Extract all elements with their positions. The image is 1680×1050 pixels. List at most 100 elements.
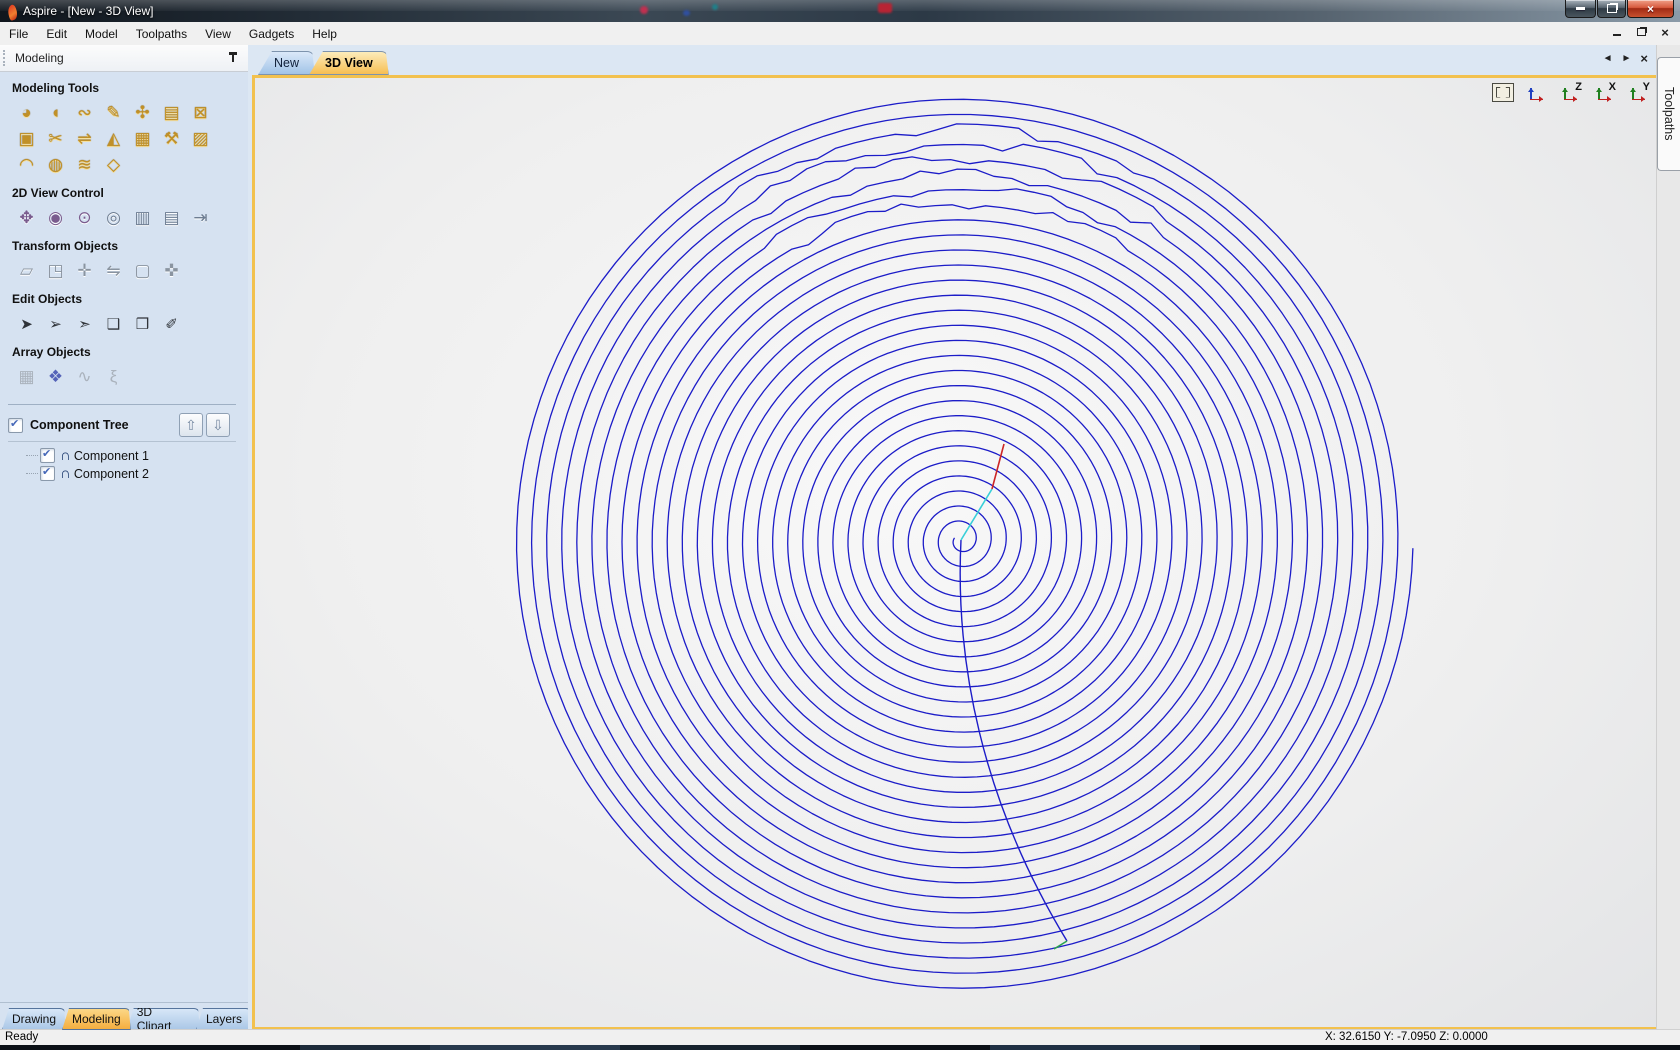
section-title-transform-objects: Transform Objects bbox=[12, 239, 248, 253]
move-object-icon[interactable]: ▱ bbox=[12, 258, 41, 284]
panel-tab-label: Modeling bbox=[72, 1012, 121, 1026]
mesh-wireframe-icon[interactable]: ◇ bbox=[99, 152, 128, 178]
component-tree-title: Component Tree bbox=[30, 418, 129, 432]
component-visibility-checkbox[interactable] bbox=[40, 448, 55, 463]
stack-slices-icon[interactable]: ≋ bbox=[70, 152, 99, 178]
zigzag-array-icon[interactable]: ξ bbox=[99, 364, 128, 390]
dock-view-icon[interactable]: ⇥ bbox=[186, 205, 215, 231]
zoom-window-icon[interactable]: ⊙ bbox=[70, 205, 99, 231]
group-objects-icon[interactable]: ❑ bbox=[99, 311, 128, 337]
status-bar: Ready X: 32.6150 Y: -7.0950 Z: 0.0000 bbox=[0, 1029, 1680, 1045]
trim-model-icon[interactable]: ✂ bbox=[41, 126, 70, 152]
minimize-button[interactable] bbox=[1565, 0, 1596, 18]
tree-item[interactable]: ∩ Component 1 bbox=[26, 448, 248, 463]
tab-navigation: ◄ ► × bbox=[1603, 51, 1648, 66]
create-shape-icon[interactable]: ◕ bbox=[12, 100, 41, 126]
tile-windows-icon[interactable]: ▤ bbox=[157, 205, 186, 231]
create-texture-icon[interactable]: ✎ bbox=[99, 100, 128, 126]
ungroup-objects-icon[interactable]: ❒ bbox=[128, 311, 157, 337]
zoom-previous-icon[interactable]: ◎ bbox=[99, 205, 128, 231]
move-selection-tool-icon[interactable]: ➣ bbox=[70, 311, 99, 337]
restore-button[interactable] bbox=[1597, 0, 1626, 18]
profile-shape-icon[interactable]: ◍ bbox=[41, 152, 70, 178]
help-menu[interactable]: Help bbox=[303, 24, 346, 44]
close-button[interactable]: × bbox=[1627, 0, 1674, 18]
taskbar-item[interactable] bbox=[620, 1045, 800, 1050]
3d-viewport: Z X Y bbox=[252, 75, 1663, 1030]
modeling-tab[interactable]: Modeling bbox=[62, 1008, 131, 1030]
pin-icon[interactable] bbox=[228, 52, 238, 64]
array-toolbar: ▦❖∿ξ bbox=[12, 364, 226, 390]
taskbar-item[interactable] bbox=[990, 1045, 1200, 1050]
front-view-y-icon[interactable]: Y bbox=[1626, 82, 1650, 102]
toolpaths-menu[interactable]: Toolpaths bbox=[127, 24, 196, 44]
panel-grip-handle[interactable] bbox=[3, 50, 9, 66]
new-view-tab[interactable]: New bbox=[258, 51, 315, 75]
frame-relief-icon[interactable]: ▦ bbox=[128, 126, 157, 152]
extrude-sweep-icon[interactable]: ∾ bbox=[70, 100, 99, 126]
file-menu[interactable]: File bbox=[0, 24, 37, 44]
view-tabs: New 3D View bbox=[258, 51, 383, 75]
doc-minimize-button[interactable] bbox=[1610, 26, 1624, 38]
smooth-model-icon[interactable]: ◭ bbox=[99, 126, 128, 152]
add-clipart-icon[interactable]: ✣ bbox=[128, 100, 157, 126]
drawing-tab[interactable]: Drawing bbox=[2, 1008, 66, 1030]
component-label[interactable]: Component 2 bbox=[74, 467, 149, 481]
3d-view-view-tab[interactable]: 3D View bbox=[309, 51, 389, 75]
node-edit-tool-icon[interactable]: ➢ bbox=[41, 311, 70, 337]
import-component-icon[interactable]: ▤ bbox=[157, 100, 186, 126]
taskbar-item[interactable] bbox=[300, 1045, 430, 1050]
prev-tab-button[interactable]: ◄ bbox=[1603, 53, 1613, 64]
component-label[interactable]: Component 1 bbox=[74, 449, 149, 463]
snapshot-view-icon[interactable]: ▥ bbox=[128, 205, 157, 231]
scale-object-icon[interactable]: ◳ bbox=[41, 258, 70, 284]
gadgets-menu[interactable]: Gadgets bbox=[240, 24, 303, 44]
circular-array-icon[interactable]: ❖ bbox=[41, 364, 70, 390]
taskbar-item[interactable] bbox=[430, 1045, 620, 1050]
mirror-object-icon[interactable]: ⇋ bbox=[99, 258, 128, 284]
dome-shape-icon[interactable]: ◠ bbox=[12, 152, 41, 178]
grid-array-icon[interactable]: ▦ bbox=[12, 364, 41, 390]
3d-clipart-tab[interactable]: 3D Clipart bbox=[127, 1008, 200, 1030]
doc-restore-button[interactable] bbox=[1634, 26, 1648, 38]
component-tree-buttons: ⇧ ⇩ bbox=[179, 413, 230, 437]
copy-along-vector-icon[interactable]: ∿ bbox=[70, 364, 99, 390]
select-tool-icon[interactable]: ➤ bbox=[12, 311, 41, 337]
edit-menu[interactable]: Edit bbox=[37, 24, 76, 44]
panel-tab-label: Layers bbox=[206, 1012, 242, 1026]
view-menu[interactable]: View bbox=[196, 24, 240, 44]
measure-tool-icon[interactable]: ✐ bbox=[157, 311, 186, 337]
titlebar-gloss bbox=[0, 0, 1680, 11]
move-up-button[interactable]: ⇧ bbox=[179, 413, 203, 437]
close-tab-button[interactable]: × bbox=[1640, 51, 1648, 66]
component-visibility-checkbox[interactable] bbox=[40, 466, 55, 481]
zoom-extents-icon[interactable] bbox=[1492, 83, 1514, 102]
distort-object-icon[interactable]: ▢ bbox=[128, 258, 157, 284]
top-view-z-icon[interactable]: Z bbox=[1558, 82, 1582, 102]
doc-close-button[interactable]: × bbox=[1658, 26, 1672, 38]
toolpaths-tab[interactable]: Toolpaths bbox=[1657, 57, 1680, 171]
align-center-icon[interactable]: ✜ bbox=[157, 258, 186, 284]
clear-section-icon[interactable]: ⊠ bbox=[186, 100, 215, 126]
component-tree-checkbox[interactable] bbox=[8, 418, 23, 433]
layers-tab[interactable]: Layers bbox=[196, 1008, 252, 1030]
desktop-peek-dot bbox=[640, 6, 648, 14]
offset-model-icon[interactable]: ⇌ bbox=[70, 126, 99, 152]
3d-view-canvas[interactable]: Z X Y bbox=[255, 78, 1660, 1027]
isometric-view-icon[interactable] bbox=[1524, 82, 1548, 102]
pan-view-icon[interactable]: ✥ bbox=[12, 205, 41, 231]
texture-model-icon[interactable]: ▨ bbox=[186, 126, 215, 152]
side-view-x-icon[interactable]: X bbox=[1592, 82, 1616, 102]
set-position-icon[interactable]: ✛ bbox=[70, 258, 99, 284]
model-menu[interactable]: Model bbox=[76, 24, 127, 44]
tree-item[interactable]: ∩ Component 2 bbox=[26, 466, 248, 481]
taskbar-strip bbox=[0, 1045, 1680, 1050]
title-bar[interactable]: Aspire - [New - 3D View] × bbox=[0, 0, 1680, 22]
keep-section-icon[interactable]: ▣ bbox=[12, 126, 41, 152]
zoom-selection-icon[interactable]: ◉ bbox=[41, 205, 70, 231]
sculpt-model-icon[interactable]: ⚒ bbox=[157, 126, 186, 152]
two-rail-sweep-icon[interactable]: ◖ bbox=[41, 100, 70, 126]
panel-tab-label: Drawing bbox=[12, 1012, 56, 1026]
next-tab-button[interactable]: ► bbox=[1622, 53, 1632, 64]
move-down-button[interactable]: ⇩ bbox=[206, 413, 230, 437]
